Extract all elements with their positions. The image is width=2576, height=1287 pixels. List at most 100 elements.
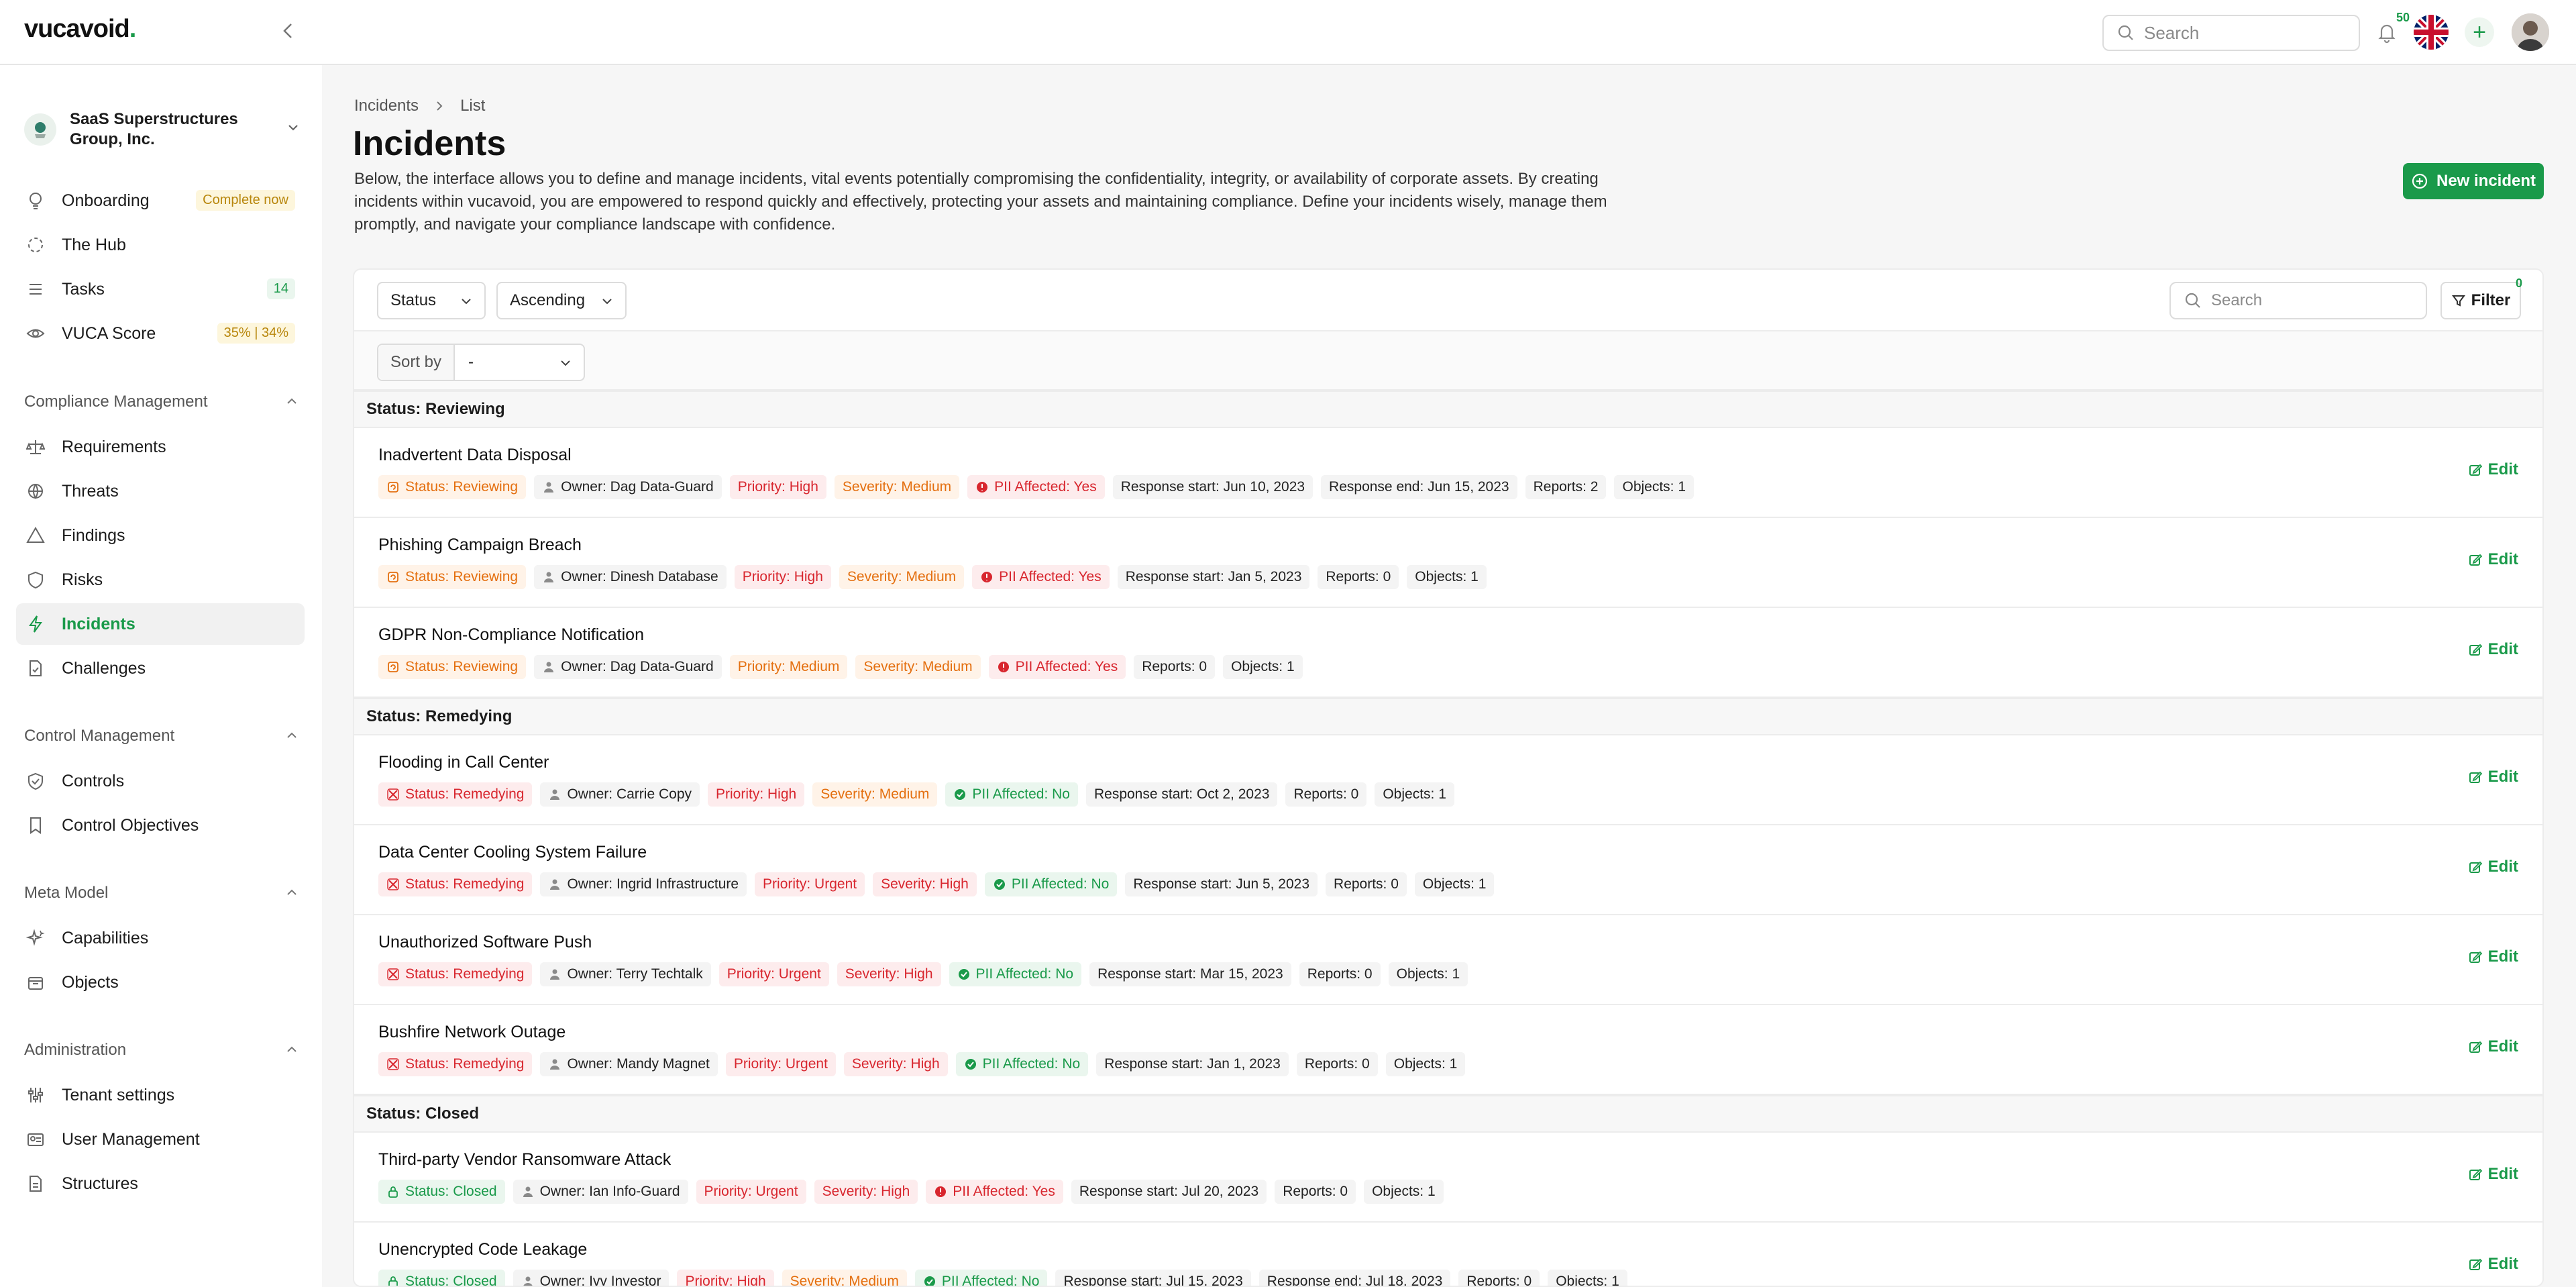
pencil-icon <box>2469 861 2482 873</box>
status-tag: Status: Remedying <box>378 1052 533 1076</box>
list-search-input[interactable] <box>2211 291 2412 310</box>
meta-tag: Response start: Jun 5, 2023 <box>1125 872 1318 896</box>
sort-by-select[interactable]: Sort by - <box>377 344 585 381</box>
owner-tag: Owner: Ivy Investor <box>513 1270 669 1287</box>
meta-tag: Reports: 0 <box>1134 655 1216 679</box>
priority-tag-label: Priority: Urgent <box>763 876 857 892</box>
priority-tag-label: Priority: High <box>685 1274 766 1287</box>
chevron-up-icon <box>287 732 297 738</box>
onboarding-badge[interactable]: Complete now <box>196 190 295 211</box>
section-administration[interactable]: Administration <box>24 1037 299 1064</box>
shield-icon <box>25 570 46 590</box>
chevron-up-icon <box>287 398 297 404</box>
global-search[interactable] <box>2102 15 2360 51</box>
nav-tasks[interactable]: Tasks 14 <box>16 268 305 310</box>
new-incident-label: New incident <box>2436 172 2536 190</box>
user-avatar[interactable] <box>2512 13 2549 51</box>
nav-findings[interactable]: Findings <box>16 515 305 556</box>
nav-threats[interactable]: Threats <box>16 470 305 512</box>
nav-requirements[interactable]: Requirements <box>16 426 305 468</box>
incident-tags: Status: Remedying Owner: Carrie Copy Prior… <box>378 782 1454 807</box>
edit-button[interactable]: Edit <box>2468 1165 2518 1184</box>
nav-risks[interactable]: Risks <box>16 559 305 601</box>
nav-challenges[interactable]: Challenges <box>16 648 305 689</box>
incident-row[interactable]: Flooding in Call Center Status: Remedying… <box>354 735 2542 825</box>
hub-icon <box>25 235 46 255</box>
edit-button[interactable]: Edit <box>2468 947 2518 966</box>
incident-title[interactable]: Flooding in Call Center <box>378 753 549 772</box>
incident-row[interactable]: Third-party Vendor Ransomware Attack Stat… <box>354 1133 2542 1223</box>
tenant-switcher[interactable]: SaaS Superstructures Group, Inc. <box>24 103 306 156</box>
section-meta-model[interactable]: Meta Model <box>24 880 299 907</box>
incident-row[interactable]: Unencrypted Code Leakage Status: Closed Ow… <box>354 1223 2542 1287</box>
edit-button[interactable]: Edit <box>2468 640 2518 659</box>
edit-button[interactable]: Edit <box>2468 1037 2518 1056</box>
nav-incidents[interactable]: Incidents <box>16 603 305 645</box>
status-group-select[interactable]: Status <box>377 282 486 319</box>
warning-triangle-icon <box>25 525 46 546</box>
collapse-sidebar-icon[interactable] <box>275 17 302 44</box>
incident-title[interactable]: Phishing Campaign Breach <box>378 535 582 555</box>
incident-row[interactable]: Data Center Cooling System Failure Status… <box>354 825 2542 915</box>
breadcrumb-incidents[interactable]: Incidents <box>354 97 419 115</box>
edit-button[interactable]: Edit <box>2468 460 2518 479</box>
meta-tag-label: Objects: 1 <box>1422 876 1487 892</box>
new-incident-button[interactable]: New incident <box>2403 163 2544 199</box>
incident-title[interactable]: Unencrypted Code Leakage <box>378 1240 587 1259</box>
nav-objects[interactable]: Objects <box>16 962 305 1003</box>
incident-title[interactable]: Unauthorized Software Push <box>378 933 592 952</box>
top-bar: vucavoid. 50 + <box>0 0 2576 65</box>
nav-vuca-score[interactable]: VUCA Score 35% | 34% <box>16 313 305 354</box>
edit-button[interactable]: Edit <box>2468 550 2518 569</box>
nav-the-hub[interactable]: The Hub <box>16 224 305 266</box>
nav-label: VUCA Score <box>62 323 156 343</box>
search-icon <box>2185 293 2200 308</box>
incident-row[interactable]: Unauthorized Software Push Status: Remedy… <box>354 915 2542 1005</box>
filter-button[interactable]: Filter <box>2440 282 2521 319</box>
incident-row[interactable]: Inadvertent Data Disposal Status: Reviewi… <box>354 428 2542 518</box>
nav-user-management[interactable]: User Management <box>16 1119 305 1160</box>
meta-tag-label: Reports: 0 <box>1283 1184 1348 1199</box>
global-search-input[interactable] <box>2144 22 2345 44</box>
incident-title[interactable]: Third-party Vendor Ransomware Attack <box>378 1150 671 1170</box>
meta-tag-label: Reports: 2 <box>1533 479 1599 495</box>
vuca-score-badge: 35% | 34% <box>217 323 295 344</box>
group-header: Status: Remedying <box>354 698 2542 735</box>
order-select[interactable]: Ascending <box>496 282 627 319</box>
meta-tag-label: Reports: 0 <box>1142 659 1208 674</box>
incident-row[interactable]: Bushfire Network Outage Status: Remedying… <box>354 1005 2542 1095</box>
severity-tag-label: Severity: Medium <box>863 659 973 674</box>
section-compliance-management[interactable]: Compliance Management <box>24 389 299 415</box>
incident-row[interactable]: Phishing Campaign Breach Status: Reviewin… <box>354 518 2542 608</box>
incident-title[interactable]: GDPR Non-Compliance Notification <box>378 625 644 645</box>
nav-controls[interactable]: Controls <box>16 760 305 802</box>
incident-title[interactable]: Data Center Cooling System Failure <box>378 843 647 862</box>
nav-onboarding[interactable]: Onboarding Complete now <box>16 180 305 221</box>
edit-button[interactable]: Edit <box>2468 768 2518 786</box>
meta-tag-label: Objects: 1 <box>1393 1056 1458 1072</box>
incident-title[interactable]: Bushfire Network Outage <box>378 1023 566 1042</box>
nav-tenant-settings[interactable]: Tenant settings <box>16 1074 305 1116</box>
filter-count: 0 <box>2516 276 2523 290</box>
nav-label: Threats <box>62 481 119 501</box>
owner-tag-label: Owner: Ivy Investor <box>539 1274 661 1287</box>
pii-tag-label: PII Affected: No <box>982 1056 1081 1072</box>
nav-control-objectives[interactable]: Control Objectives <box>16 805 305 846</box>
meta-tag-label: Response start: Jul 15, 2023 <box>1063 1274 1243 1287</box>
app-logo[interactable]: vucavoid. <box>24 15 136 44</box>
nav-structures[interactable]: Structures <box>16 1163 305 1204</box>
section-control-management[interactable]: Control Management <box>24 723 299 750</box>
uk-flag-icon[interactable] <box>2414 15 2449 50</box>
edit-button[interactable]: Edit <box>2468 858 2518 876</box>
document-check-icon <box>25 658 46 678</box>
edit-button[interactable]: Edit <box>2468 1255 2518 1274</box>
incident-title[interactable]: Inadvertent Data Disposal <box>378 446 572 465</box>
nav-capabilities[interactable]: Capabilities <box>16 917 305 959</box>
incident-tags: Status: Reviewing Owner: Dinesh Database P… <box>378 565 1487 589</box>
check-circle-icon <box>965 1059 976 1070</box>
owner-tag-label: Owner: Dinesh Database <box>561 569 718 584</box>
incident-row[interactable]: GDPR Non-Compliance Notification Status: … <box>354 608 2542 698</box>
add-icon[interactable]: + <box>2465 17 2494 47</box>
section-title: Administration <box>24 1041 127 1059</box>
list-search[interactable] <box>2169 282 2427 319</box>
